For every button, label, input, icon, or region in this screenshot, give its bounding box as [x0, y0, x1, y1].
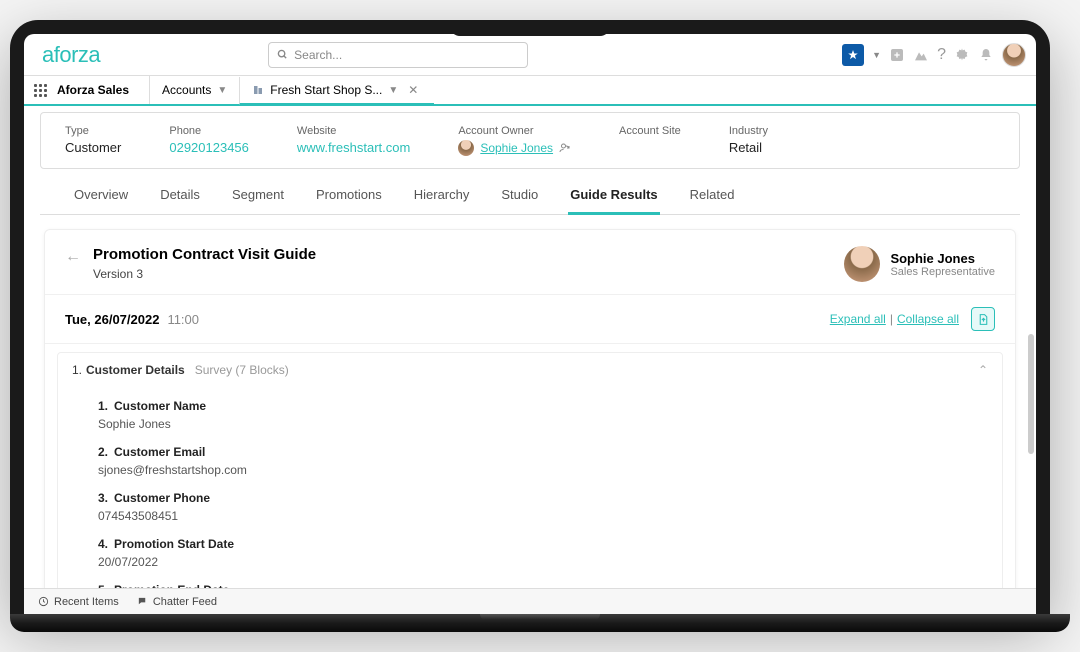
- global-search[interactable]: Search...: [268, 42, 528, 68]
- guide-date-row: Tue, 26/07/2022 11:00 Expand all | Colla…: [45, 294, 1015, 344]
- export-button[interactable]: [971, 307, 995, 331]
- guide-date: Tue, 26/07/2022: [65, 312, 159, 327]
- question-answer: 20/07/2022: [98, 555, 982, 569]
- gear-icon[interactable]: [954, 47, 970, 63]
- field-industry: Industry Retail: [729, 125, 768, 156]
- collapse-all-link[interactable]: Collapse all: [897, 312, 959, 326]
- guide-title-block: Promotion Contract Visit Guide Version 3: [93, 246, 316, 281]
- chevron-down-icon[interactable]: ▼: [217, 85, 227, 96]
- field-site: Account Site: [619, 125, 681, 156]
- nav-tab-label: Fresh Start Shop S...: [270, 83, 382, 97]
- guide-version: Version 3: [93, 267, 316, 281]
- question-label: Customer Phone: [114, 491, 210, 505]
- question-item: 3.Customer Phone 074543508451: [98, 491, 982, 523]
- clock-icon: [38, 596, 49, 607]
- section-name: Customer Details: [86, 363, 185, 377]
- dropdown-caret-icon[interactable]: ▼: [872, 50, 881, 60]
- search-placeholder: Search...: [294, 48, 342, 62]
- section-body: 1.Customer Name Sophie Jones 2.Customer …: [58, 387, 1002, 614]
- guide-owner-avatar: [844, 246, 880, 282]
- section-number: 1.: [72, 363, 82, 377]
- field-owner: Account Owner Sophie Jones: [458, 125, 571, 156]
- footer-bar: Recent Items Chatter Feed: [24, 588, 1036, 614]
- tab-overview[interactable]: Overview: [72, 177, 130, 214]
- guide-owner-name: Sophie Jones: [890, 251, 995, 266]
- tab-guide-results[interactable]: Guide Results: [568, 177, 659, 215]
- bell-icon[interactable]: [978, 47, 994, 63]
- tab-segment[interactable]: Segment: [230, 177, 286, 214]
- chatter-icon: [137, 596, 148, 607]
- question-label: Customer Name: [114, 399, 206, 413]
- chevron-down-icon[interactable]: ▼: [388, 85, 398, 96]
- nav-tab-record[interactable]: Fresh Start Shop S... ▼ ✕: [239, 77, 434, 105]
- app-name: Aforza Sales: [57, 83, 149, 97]
- field-website: Website www.freshstart.com: [297, 125, 410, 156]
- content-area: ← Promotion Contract Visit Guide Version…: [24, 215, 1036, 614]
- chevron-up-icon[interactable]: ⌃: [978, 363, 988, 377]
- global-header: aforza Search... ▼ ?: [24, 34, 1036, 76]
- expand-all-link[interactable]: Expand all: [830, 312, 886, 326]
- guide-owner-role: Sales Representative: [890, 266, 995, 278]
- question-answer: Sophie Jones: [98, 417, 982, 431]
- add-icon[interactable]: [889, 47, 905, 63]
- header-utility-icons: ▼ ?: [842, 43, 1026, 67]
- recent-items-button[interactable]: Recent Items: [38, 596, 119, 608]
- help-icon[interactable]: ?: [937, 46, 946, 64]
- profile-avatar[interactable]: [1002, 43, 1026, 67]
- navigation-bar: Aforza Sales Accounts ▼ Fresh Start Shop…: [24, 76, 1036, 106]
- chatter-feed-button[interactable]: Chatter Feed: [137, 596, 217, 608]
- section-customer-details: 1. Customer Details Survey (7 Blocks) ⌃ …: [57, 352, 1003, 614]
- nav-tab-label: Accounts: [162, 83, 211, 97]
- nav-tab-accounts[interactable]: Accounts ▼: [149, 76, 239, 104]
- tab-promotions[interactable]: Promotions: [314, 177, 384, 214]
- owner-avatar: [458, 140, 474, 156]
- account-icon: [252, 84, 264, 96]
- section-header[interactable]: 1. Customer Details Survey (7 Blocks) ⌃: [58, 353, 1002, 387]
- guide-owner: Sophie Jones Sales Representative: [844, 246, 995, 282]
- question-item: 2.Customer Email sjones@freshstartshop.c…: [98, 445, 982, 477]
- change-owner-icon[interactable]: [559, 142, 571, 154]
- tab-hierarchy[interactable]: Hierarchy: [412, 177, 472, 214]
- export-icon: [977, 313, 990, 326]
- field-type: Type Customer: [65, 125, 121, 156]
- trailhead-icon[interactable]: [913, 47, 929, 63]
- section-meta: Survey (7 Blocks): [195, 363, 289, 377]
- guide-result-card: ← Promotion Contract Visit Guide Version…: [44, 229, 1016, 614]
- question-label: Customer Email: [114, 445, 205, 459]
- tab-studio[interactable]: Studio: [499, 177, 540, 214]
- record-highlights: Type Customer Phone 02920123456 Website …: [40, 112, 1020, 169]
- tab-details[interactable]: Details: [158, 177, 202, 214]
- question-label: Promotion Start Date: [114, 537, 234, 551]
- brand-logo: aforza: [34, 42, 108, 68]
- back-arrow-icon[interactable]: ←: [65, 248, 81, 266]
- field-phone: Phone 02920123456: [169, 125, 249, 156]
- search-icon: [277, 49, 288, 60]
- question-item: 4.Promotion Start Date 20/07/2022: [98, 537, 982, 569]
- guide-time: 11:00: [167, 312, 199, 327]
- favorites-icon[interactable]: [842, 44, 864, 66]
- tab-related[interactable]: Related: [688, 177, 737, 214]
- close-icon[interactable]: ✕: [404, 83, 422, 97]
- question-answer: 074543508451: [98, 509, 982, 523]
- app-launcher-icon[interactable]: [34, 84, 47, 97]
- question-item: 1.Customer Name Sophie Jones: [98, 399, 982, 431]
- owner-link[interactable]: Sophie Jones: [480, 141, 553, 155]
- question-answer: sjones@freshstartshop.com: [98, 463, 982, 477]
- guide-title: Promotion Contract Visit Guide: [93, 246, 316, 263]
- scrollbar[interactable]: [1028, 334, 1034, 454]
- record-subtabs: Overview Details Segment Promotions Hier…: [40, 177, 1020, 215]
